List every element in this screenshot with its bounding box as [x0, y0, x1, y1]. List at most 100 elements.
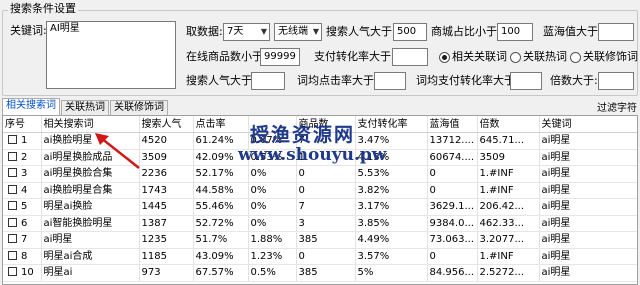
tab-related-search[interactable]: 相关搜索词	[2, 98, 60, 115]
radio-modifier[interactable]	[570, 52, 581, 63]
cell-popularity: 2236	[139, 165, 194, 183]
word-pay-input[interactable]	[510, 72, 542, 90]
cell-mall: 0%	[248, 215, 297, 232]
pop-gt2-input[interactable]	[251, 72, 285, 90]
row-index: 3	[21, 168, 28, 180]
cell-ctr: 52.72%	[193, 215, 249, 232]
row-checkbox[interactable]	[8, 234, 17, 244]
row-checkbox[interactable]	[8, 151, 17, 161]
cell-multiple: 3.2077...	[477, 231, 540, 249]
cell-popularity: 1445	[139, 198, 194, 216]
radio-hot[interactable]	[510, 52, 521, 63]
cell-root-keyword: ai明星	[539, 182, 637, 199]
search-conditions-title: 搜索条件设置	[8, 2, 78, 15]
device-select[interactable]: 无线端 ▼	[274, 23, 322, 41]
cell-multiple: 462.33...	[477, 215, 540, 232]
table-row[interactable]: 10 明星ai 973 67.57% 0.5% 385 5% 84.956... 2.5272.…	[3, 264, 637, 282]
pop-gt-input[interactable]: 500	[393, 23, 427, 41]
table-row[interactable]: 7 ai明星 1235 51.7% 1.88% 385 4.49% 73.063... 3.20…	[3, 231, 637, 249]
row-index: 8	[21, 250, 28, 262]
online-goods-input[interactable]: 99999	[260, 48, 300, 66]
word-click-input[interactable]	[374, 72, 406, 90]
cell-mall: 1.23%	[248, 248, 297, 265]
cell-mall: 0%	[248, 182, 297, 199]
cell-keyword: 明星ai换脸	[41, 198, 140, 216]
cell-mall: 1.88%	[248, 231, 297, 249]
table-row[interactable]: 6 ai智能换脸明星 1387 52.72% 0% 3 3.85% 9384.0... 462.…	[3, 215, 637, 232]
tab-modifier-words[interactable]: 关联修饰词	[110, 100, 168, 115]
cell-index: 6	[3, 215, 42, 232]
cell-goods: 385	[296, 231, 356, 249]
period-select[interactable]: 7天 ▼	[223, 23, 270, 41]
col-keyword-header[interactable]: 相关搜索词	[41, 116, 140, 133]
cell-pay-conv: 4.49%	[355, 231, 428, 249]
cell-index: 8	[3, 248, 42, 265]
cell-root-keyword: ai明星	[539, 198, 637, 216]
cell-ctr: 52.17%	[193, 165, 249, 183]
cell-ctr: 67.57%	[193, 264, 249, 282]
multiple-input[interactable]	[598, 72, 634, 90]
cell-pay-conv: 3.82%	[355, 182, 428, 199]
col-ctr-header[interactable]: 点击率	[193, 116, 249, 133]
cell-multiple: 1.#INF	[477, 182, 540, 199]
row-checkbox[interactable]	[8, 217, 17, 227]
row-checkbox[interactable]	[8, 184, 17, 194]
col-popularity-header[interactable]: 搜索人气	[139, 116, 194, 133]
cell-blue-ocean: 60674....	[427, 149, 478, 166]
col-multiple-header[interactable]: 倍数	[477, 116, 540, 133]
word-pay-label: 词均支付转化率大于:	[416, 74, 519, 87]
col-index-header[interactable]: 序号	[3, 116, 42, 133]
pop-gt-label: 搜索人气大于:	[326, 25, 396, 38]
cell-popularity: 1235	[139, 231, 194, 249]
cell-popularity: 4520	[139, 132, 194, 150]
col-blue-ocean-header[interactable]: 蓝海值	[427, 116, 478, 133]
mall-ratio-input[interactable]: 100	[497, 23, 533, 41]
row-checkbox[interactable]	[8, 250, 17, 260]
cell-root-keyword: ai明星	[539, 215, 637, 232]
cell-root-keyword: ai明星	[539, 231, 637, 249]
blue-ocean-input[interactable]	[598, 23, 634, 41]
cell-goods: 3	[296, 215, 356, 232]
row-checkbox[interactable]	[8, 168, 17, 178]
table-row[interactable]: 4 ai换脸明星合集 1743 44.58% 0% 0 3.82% 0 1.#INF ai明星	[3, 182, 637, 199]
cell-index: 1	[3, 132, 42, 150]
cell-multiple: 3509	[477, 149, 540, 166]
cell-pay-conv: 3.57%	[355, 248, 428, 265]
cell-index: 7	[3, 231, 42, 249]
cell-multiple: 645.71...	[477, 132, 540, 150]
table-row[interactable]: 5 明星ai换脸 1445 55.46% 0% 7 3.17% 3629.1... 206.42…	[3, 198, 637, 216]
radio-related[interactable]	[439, 52, 450, 63]
mall-ratio-label: 商城占比小于:	[431, 25, 501, 38]
row-index: 5	[21, 201, 28, 213]
radio-modifier-label: 关联修饰词	[583, 50, 638, 63]
filter-chars-label: 过滤字符	[597, 103, 637, 114]
cell-blue-ocean: 84.956...	[427, 264, 478, 282]
row-checkbox[interactable]	[8, 267, 17, 277]
cell-multiple: 2.5272...	[477, 264, 540, 282]
row-index: 7	[21, 234, 28, 246]
cell-keyword: ai换脸明星合集	[41, 182, 140, 199]
cell-goods: 0	[296, 182, 356, 199]
col-root-keyword-header[interactable]: 关键词	[539, 116, 637, 133]
cell-ctr: 51.7%	[193, 231, 249, 249]
keyword-label: 关键词:	[10, 24, 47, 37]
row-checkbox[interactable]	[8, 135, 17, 145]
cell-multiple: 1.#INF	[477, 165, 540, 183]
cell-blue-ocean: 3629.1...	[427, 198, 478, 216]
keyword-input[interactable]: AI明星	[46, 21, 176, 89]
cell-mall: 0.5%	[248, 264, 297, 282]
radio-hot-label: 关联热词	[523, 50, 567, 63]
cell-root-keyword: ai明星	[539, 149, 637, 166]
table-row[interactable]: 8 明星ai合成 1185 43.09% 1.23% 0 3.57% 0 1.#INF ai明星	[3, 248, 637, 265]
cell-keyword: ai智能换脸明星	[41, 215, 140, 232]
cell-root-keyword: ai明星	[539, 248, 637, 265]
pop-gt2-label: 搜索人气大于:	[186, 74, 256, 87]
cell-keyword: 明星ai	[41, 264, 140, 282]
cell-index: 3	[3, 165, 42, 183]
cell-blue-ocean: 0	[427, 248, 478, 265]
col-pay-conv-header[interactable]: 支付转化率	[355, 116, 428, 133]
cell-blue-ocean: 0	[427, 182, 478, 199]
row-checkbox[interactable]	[8, 201, 17, 211]
pay-conv-input[interactable]	[392, 48, 428, 66]
tab-hot-words[interactable]: 关联热词	[61, 100, 109, 115]
